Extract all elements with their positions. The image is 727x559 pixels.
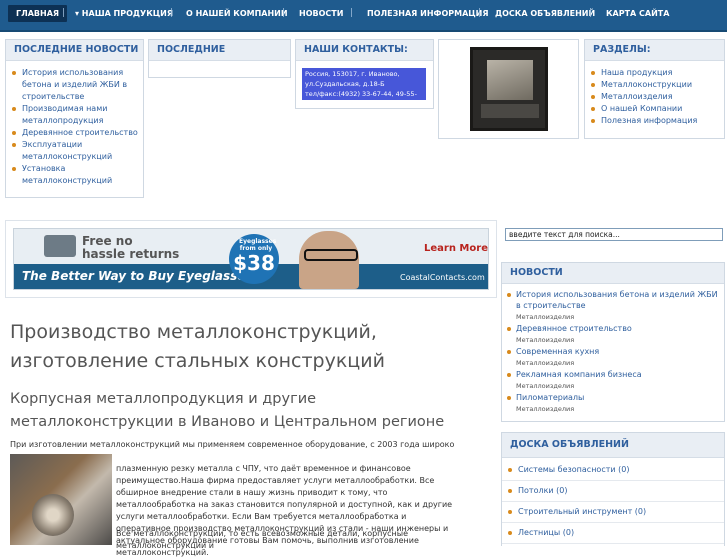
news-item[interactable]: Современная кухня — [502, 346, 724, 357]
section-item[interactable]: О нашей Компании — [591, 103, 724, 115]
latest-news-item[interactable]: История использования бетона и изделий Ж… — [12, 67, 143, 103]
board-title: ДОСКА ОБЪЯВЛЕНИЙ — [502, 433, 724, 458]
sections-title: РАЗДЕЛЫ: — [585, 40, 724, 61]
nav-separator: | — [350, 8, 354, 18]
contact-phone: тел/факс:(4932) 33-67-44, 49-55-17 — [305, 90, 417, 108]
nav-home[interactable]: ГЛАВНАЯ — [8, 5, 68, 22]
board-item[interactable]: Потолки (0) — [502, 481, 724, 502]
latest-news-item[interactable]: Производимая нами металлопродукция — [12, 103, 143, 127]
latest-news-title: ПОСЛЕДНИЕ НОВОСТИ — [6, 40, 143, 61]
section-item[interactable]: Металлоизделия — [591, 91, 724, 103]
page-subtitle: Корпусная металлопродукция и другие мета… — [10, 391, 445, 430]
board-item[interactable]: Строительный инструмент (0) — [502, 502, 724, 523]
news-panel: НОВОСТИ История использования бетона и и… — [501, 262, 725, 422]
nav-separator: | — [589, 8, 593, 18]
board-panel: ДОСКА ОБЪЯВЛЕНИЙ Системы безопасности (0… — [501, 432, 725, 546]
latest-news-panel: ПОСЛЕДНИЕ НОВОСТИ История использования … — [5, 39, 144, 198]
nav-about[interactable]: О НАШЕЙ КОМПАНИИ — [186, 9, 288, 18]
news-item[interactable]: История использования бетона и изделий Ж… — [502, 289, 724, 311]
board-item[interactable]: Системы безопасности (0) — [502, 460, 724, 481]
contact-address: Россия, 153017, г. Иваново, — [305, 70, 400, 78]
nav-separator: | — [170, 8, 174, 18]
news-category: Металлоизделия — [516, 313, 575, 321]
metal-cutting-photo — [10, 454, 112, 545]
search-input[interactable] — [505, 228, 723, 241]
news-item[interactable]: Пиломатериалы — [502, 392, 724, 403]
news-category: Металлоизделия — [516, 382, 575, 390]
learn-more-link[interactable]: Learn More — [424, 243, 488, 254]
news-item[interactable]: Рекламная компания бизнеса — [502, 369, 724, 380]
ad-headline: Free no hassle returns — [82, 234, 180, 261]
section-item[interactable]: Металлоконструкции — [591, 79, 724, 91]
latest-news-item[interactable]: Установка металлоконструкций — [12, 163, 143, 187]
sections-panel: РАЗДЕЛЫ: Наша продукция Металлоконструкц… — [584, 39, 725, 139]
nav-separator: | — [62, 8, 66, 18]
latest-panel: ПОСЛЕДНИЕ — [148, 39, 291, 78]
section-item[interactable]: Наша продукция — [591, 67, 724, 79]
ad-price-badge: Eyeglasses from only $38 — [229, 234, 279, 284]
news-title: НОВОСТИ — [502, 263, 724, 284]
nav-separator: | — [282, 8, 286, 18]
news-category: Металлоизделия — [516, 405, 575, 413]
contact-info: Россия, 153017, г. Иваново, ул.Суздальск… — [302, 68, 426, 108]
bathroom-mirror-image[interactable] — [470, 47, 548, 131]
latest-title: ПОСЛЕДНИЕ — [149, 40, 290, 61]
truck-icon — [44, 235, 76, 257]
ad-price: $38 — [233, 251, 275, 275]
ad-tagline: The Better Way to Buy Eyeglasses — [22, 269, 253, 283]
board-item[interactable]: Лестницы (0) — [502, 523, 724, 544]
contacts-title: НАШИ КОНТАКТЫ: — [296, 40, 433, 61]
product-image-panel — [438, 39, 579, 139]
latest-news-item[interactable]: Деревянное строительство — [12, 127, 143, 139]
news-item[interactable]: Деревянное строительство — [502, 323, 724, 334]
top-navigation: ГЛАВНАЯ | ▾ НАША ПРОДУКЦИЯ | О НАШЕЙ КОМ… — [0, 0, 727, 32]
nav-news[interactable]: НОВОСТИ — [299, 9, 343, 18]
section-item[interactable]: Полезная информация — [591, 115, 724, 127]
glasses-icon — [304, 249, 358, 261]
nav-useful-info[interactable]: ПОЛЕЗНАЯ ИНФОРМАЦИЯ — [367, 9, 489, 18]
eyeglasses-banner-ad[interactable]: Free no hassle returns The Better Way to … — [13, 228, 489, 290]
nav-products[interactable]: ▾ НАША ПРОДУКЦИЯ — [75, 9, 173, 18]
ad-price-note: Eyeglasses from only — [239, 238, 277, 252]
nav-board[interactable]: ДОСКА ОБЪЯВЛЕНИЙ — [495, 9, 595, 18]
second-paragraph: Все металлоконструкции, то есть всевозмо… — [116, 529, 409, 550]
news-category: Металлоизделия — [516, 359, 575, 367]
latest-news-item[interactable]: Эксплуатации металлоконструкций — [12, 139, 143, 163]
news-category: Металлоизделия — [516, 336, 575, 344]
page-title: Производство металлоконструкций, изготов… — [10, 321, 385, 372]
contacts-panel: НАШИ КОНТАКТЫ: Россия, 153017, г. Иванов… — [295, 39, 434, 109]
contact-street: ул.Суздальская, д.18-Б — [305, 80, 385, 88]
ad-brand: CoastalContacts.com — [400, 273, 485, 282]
nav-sitemap[interactable]: КАРТА САЙТА — [606, 9, 669, 18]
nav-separator: | — [478, 8, 482, 18]
